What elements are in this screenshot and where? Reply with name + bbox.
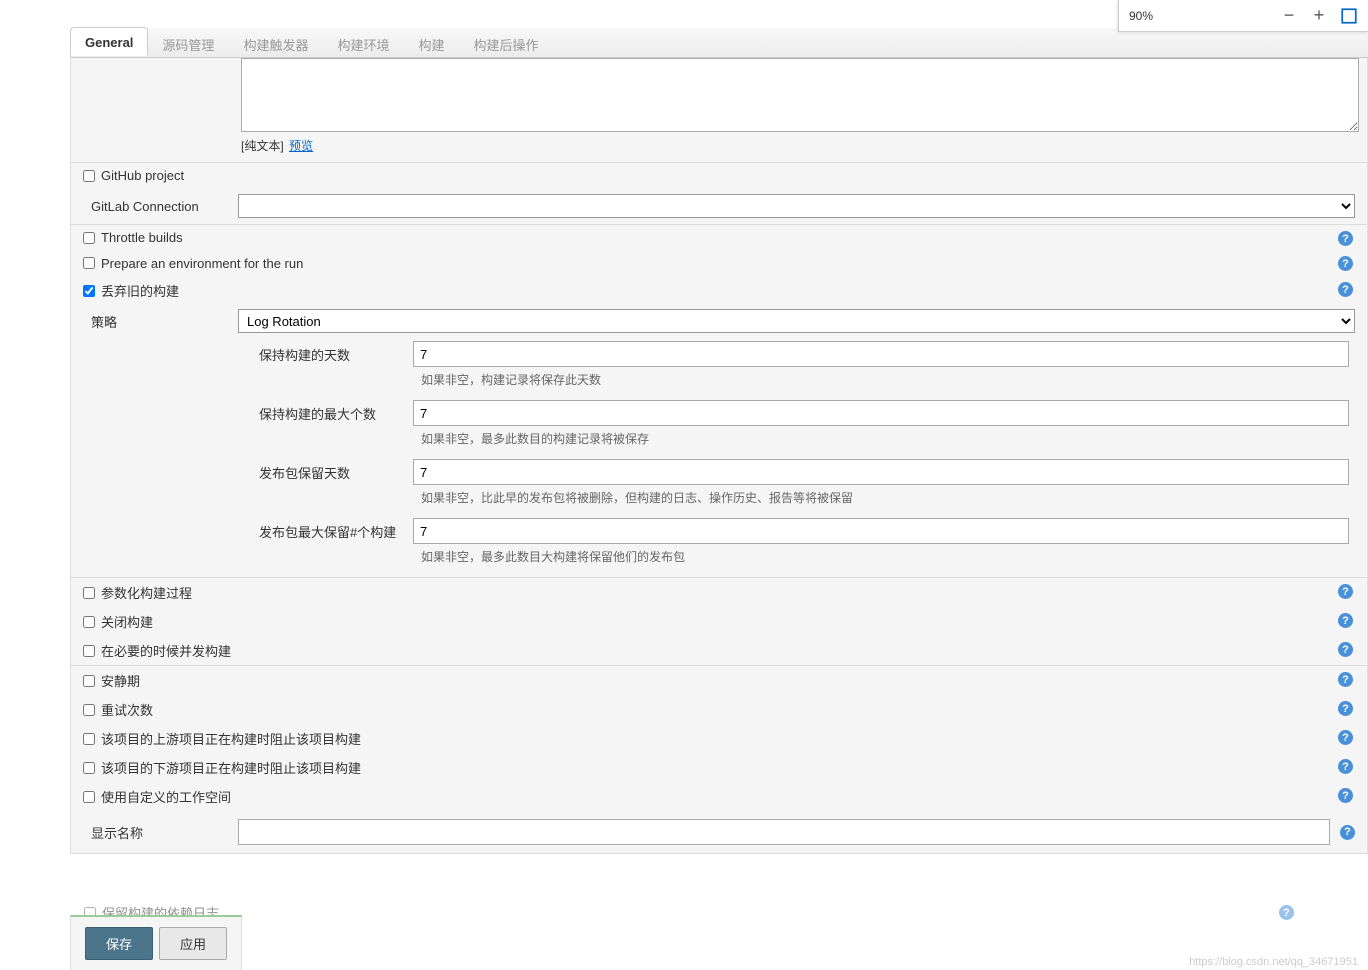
display-name-input[interactable] xyxy=(238,819,1330,845)
zoom-out-button[interactable]: − xyxy=(1278,5,1300,27)
help-icon[interactable]: ? xyxy=(1338,672,1353,687)
help-icon[interactable]: ? xyxy=(1338,730,1353,745)
throttle-builds-label: Throttle builds xyxy=(101,230,183,245)
parameterized-checkbox[interactable] xyxy=(83,587,95,599)
tab-build[interactable]: 构建 xyxy=(404,28,459,57)
prepare-env-label: Prepare an environment for the run xyxy=(101,256,303,271)
artifact-num-hint: 如果非空，最多此数目大构建将保留他们的发布包 xyxy=(421,548,1355,565)
zoom-control: 90% − + xyxy=(1118,0,1368,32)
retry-count-checkbox[interactable] xyxy=(83,704,95,716)
num-keep-input[interactable] xyxy=(413,400,1349,426)
zoom-reset-icon[interactable] xyxy=(1340,7,1358,25)
artifact-days-hint: 如果非空，比此早的发布包将被删除，但构建的日志、操作历史、报告等将被保留 xyxy=(421,489,1355,506)
help-icon[interactable]: ? xyxy=(1338,256,1353,271)
footer-actions: 保存 应用 xyxy=(70,915,242,970)
keep-deps-row: 保留构建的依赖日志 ? xyxy=(72,899,1306,926)
tab-general[interactable]: General xyxy=(70,27,148,56)
help-icon[interactable]: ? xyxy=(1338,584,1353,599)
block-downstream-checkbox[interactable] xyxy=(83,762,95,774)
github-project-label: GitHub project xyxy=(101,168,184,183)
artifact-num-input[interactable] xyxy=(413,518,1349,544)
throttle-builds-checkbox[interactable] xyxy=(83,232,95,244)
parameterized-label: 参数化构建过程 xyxy=(101,583,192,602)
display-name-label: 显示名称 xyxy=(83,823,238,842)
block-upstream-label: 该项目的上游项目正在构建时阻止该项目构建 xyxy=(101,729,361,748)
discard-old-checkbox[interactable] xyxy=(83,285,95,297)
tab-env[interactable]: 构建环境 xyxy=(323,28,404,57)
artifact-days-input[interactable] xyxy=(413,459,1349,485)
help-icon[interactable]: ? xyxy=(1338,642,1353,657)
prepare-env-checkbox[interactable] xyxy=(83,257,95,269)
artifact-num-label: 发布包最大保留#个构建 xyxy=(251,522,413,541)
block-downstream-label: 该项目的下游项目正在构建时阻止该项目构建 xyxy=(101,758,361,777)
help-icon[interactable]: ? xyxy=(1338,613,1353,628)
days-keep-input[interactable] xyxy=(413,341,1349,367)
help-icon[interactable]: ? xyxy=(1279,905,1294,920)
concurrent-label: 在必要的时候并发构建 xyxy=(101,641,231,660)
block-upstream-checkbox[interactable] xyxy=(83,733,95,745)
custom-workspace-checkbox[interactable] xyxy=(83,791,95,803)
help-icon[interactable]: ? xyxy=(1338,701,1353,716)
zoom-percent: 90% xyxy=(1129,9,1274,23)
zoom-in-button[interactable]: + xyxy=(1308,5,1330,27)
watermark: https://blog.csdn.net/qq_34671951 xyxy=(1189,956,1358,968)
retry-count-label: 重试次数 xyxy=(101,700,153,719)
save-button[interactable]: 保存 xyxy=(85,927,153,960)
num-keep-label: 保持构建的最大个数 xyxy=(251,404,413,423)
days-keep-hint: 如果非空，构建记录将保存此天数 xyxy=(421,371,1355,388)
tab-bar: General 源码管理 构建触发器 构建环境 构建 构建后操作 xyxy=(70,28,1368,58)
strategy-select[interactable]: Log Rotation xyxy=(238,309,1355,333)
disable-build-checkbox[interactable] xyxy=(83,616,95,628)
help-icon[interactable]: ? xyxy=(1338,231,1353,246)
help-icon[interactable]: ? xyxy=(1340,825,1355,840)
github-project-checkbox[interactable] xyxy=(83,170,95,182)
preview-link[interactable]: 预览 xyxy=(289,139,313,153)
help-icon[interactable]: ? xyxy=(1338,282,1353,297)
help-icon[interactable]: ? xyxy=(1338,788,1353,803)
config-panel: [纯文本] 预览 GitHub project GitLab Connectio… xyxy=(70,58,1368,854)
disable-build-label: 关闭构建 xyxy=(101,612,153,631)
gitlab-connection-label: GitLab Connection xyxy=(83,199,238,214)
quiet-period-label: 安静期 xyxy=(101,671,140,690)
discard-old-label: 丢弃旧的构建 xyxy=(101,281,179,300)
strategy-label: 策略 xyxy=(83,312,238,331)
days-keep-label: 保持构建的天数 xyxy=(251,345,413,364)
quiet-period-checkbox[interactable] xyxy=(83,675,95,687)
artifact-days-label: 发布包保留天数 xyxy=(251,463,413,482)
plaintext-label: [纯文本] xyxy=(241,139,284,153)
apply-button[interactable]: 应用 xyxy=(159,927,227,960)
custom-workspace-label: 使用自定义的工作空间 xyxy=(101,787,231,806)
tab-post[interactable]: 构建后操作 xyxy=(459,28,553,57)
description-textarea[interactable] xyxy=(241,58,1359,132)
gitlab-connection-select[interactable] xyxy=(238,194,1355,218)
tab-triggers[interactable]: 构建触发器 xyxy=(229,28,323,57)
num-keep-hint: 如果非空，最多此数目的构建记录将被保存 xyxy=(421,430,1355,447)
tab-scm[interactable]: 源码管理 xyxy=(148,28,229,57)
help-icon[interactable]: ? xyxy=(1338,759,1353,774)
concurrent-checkbox[interactable] xyxy=(83,645,95,657)
